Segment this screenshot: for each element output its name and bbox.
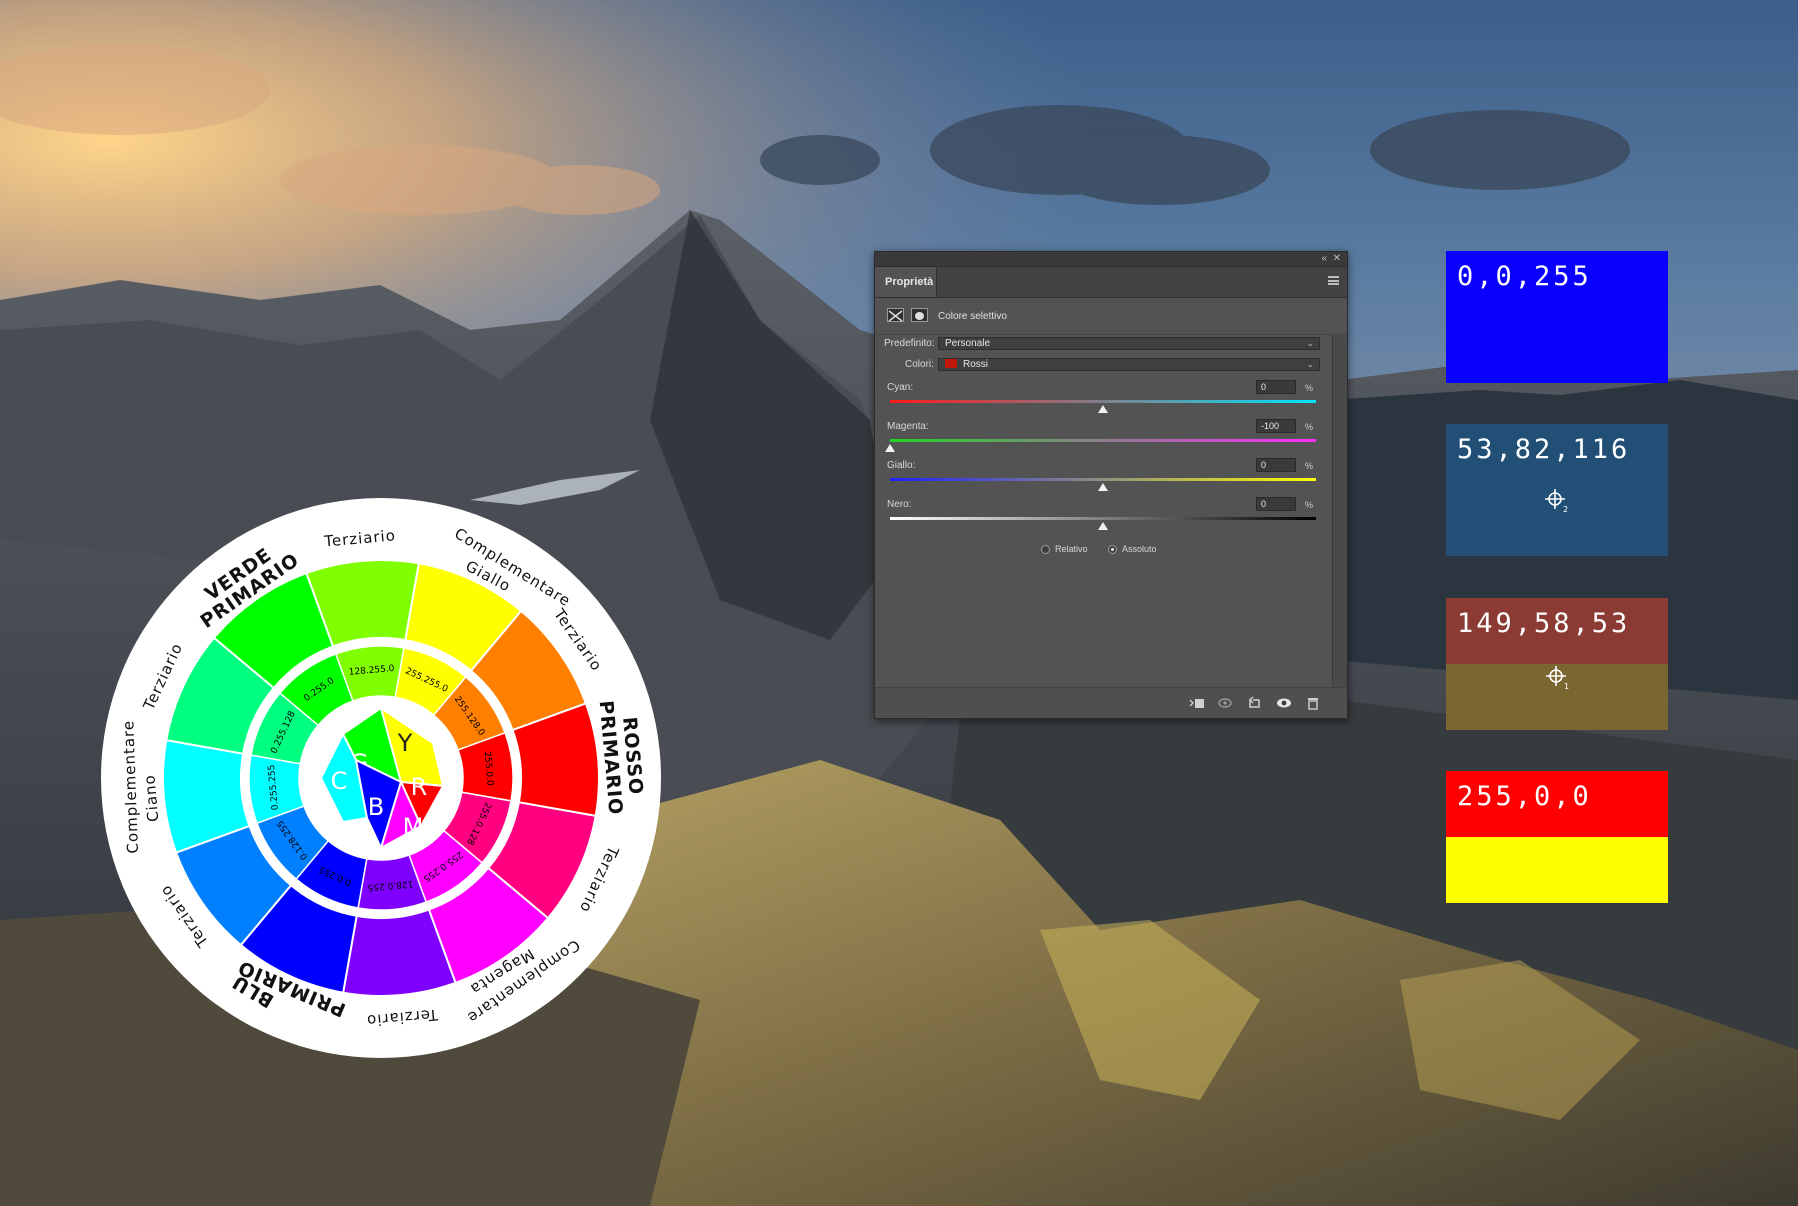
visibility-eye-icon[interactable] (1275, 695, 1293, 711)
black-unit: % (1305, 500, 1314, 510)
center-letter: B (368, 793, 384, 821)
card-rgb-label: 53,82,116 (1457, 434, 1631, 465)
chevron-down-icon: ⌄ (1306, 338, 1314, 348)
view-previous-icon[interactable] (1217, 695, 1235, 711)
cyan-label: Cyan: (887, 382, 914, 393)
cyan-slider-thumb[interactable] (1098, 405, 1108, 413)
cyan-unit: % (1305, 383, 1314, 393)
reset-icon[interactable] (1246, 695, 1264, 711)
layer-mask-icon[interactable] (911, 308, 928, 322)
yellow-slider-track[interactable] (890, 478, 1316, 481)
color-card-blue: 0,0,255 (1446, 251, 1668, 383)
colors-dropdown[interactable]: Rossi ⌄ (938, 358, 1320, 371)
relative-radio[interactable] (1041, 545, 1050, 554)
properties-panel: « ✕ Proprietà Colore selettivo Predefini… (874, 251, 1348, 719)
yellow-unit: % (1305, 461, 1314, 471)
chevron-down-icon: ⌄ (1306, 359, 1314, 369)
yellow-label: Giallo: (887, 460, 916, 471)
close-icon[interactable]: ✕ (1333, 252, 1341, 265)
tab-properties[interactable]: Proprietà (875, 267, 937, 297)
red-swatch (945, 359, 957, 368)
color-card-red-yellow: 255,0,0 (1446, 771, 1668, 903)
trash-icon[interactable] (1304, 695, 1322, 711)
magenta-slider-track[interactable] (890, 439, 1316, 442)
relative-label: Relativo (1055, 544, 1088, 554)
clip-to-layer-icon[interactable] (1188, 695, 1206, 711)
magenta-unit: % (1305, 422, 1314, 432)
collapse-icon[interactable]: « (1321, 252, 1327, 265)
adjustment-layer-icon[interactable] (887, 308, 904, 322)
card-rgb-label: 255,0,0 (1457, 781, 1592, 812)
svg-text:1: 1 (1564, 682, 1569, 691)
panel-menu-icon[interactable] (1328, 276, 1339, 285)
preset-value: Personale (945, 338, 991, 349)
cyan-value-input[interactable]: 0 (1256, 380, 1296, 394)
magenta-value-input[interactable]: -100 (1256, 419, 1296, 433)
absolute-label: Assoluto (1122, 544, 1157, 554)
black-slider-track[interactable] (890, 517, 1316, 520)
adjustment-header: Colore selettivo (875, 298, 1347, 335)
adjustment-title: Colore selettivo (938, 311, 1007, 322)
preset-dropdown[interactable]: Personale ⌄ (938, 337, 1320, 350)
panel-tab-row: Proprietà (875, 267, 1347, 298)
card-bottom-fill (1446, 837, 1668, 903)
panel-footer (875, 687, 1347, 718)
colors-value: Rossi (963, 359, 989, 370)
card-rgb-label: 149,58,53 (1457, 608, 1631, 639)
color-wheel: 0.255.0128.255.0 255.255.0255.128.0255.0.… (101, 498, 661, 1058)
color-sampler-icon[interactable]: 2 (1544, 488, 1570, 514)
color-card-sample-1: 149,58,53 1 (1446, 598, 1668, 730)
card-rgb-label: 0,0,255 (1457, 261, 1592, 292)
center-letter: R (411, 773, 428, 801)
preset-label: Predefinito: (884, 338, 935, 349)
panel-titlebar: « ✕ (875, 252, 1347, 267)
absolute-radio[interactable] (1108, 545, 1117, 554)
center-letter: C (331, 767, 348, 795)
panel-scrollbar[interactable] (1332, 334, 1347, 688)
magenta-label: Magenta: (887, 421, 929, 432)
colors-label: Colori: (905, 359, 934, 370)
black-label: Nero: (887, 499, 912, 510)
yellow-slider-thumb[interactable] (1098, 483, 1108, 491)
svg-text:2: 2 (1563, 505, 1568, 514)
center-letter: Y (397, 729, 413, 757)
black-value-input[interactable]: 0 (1256, 497, 1296, 511)
yellow-value-input[interactable]: 0 (1256, 458, 1296, 472)
cyan-slider-track[interactable] (890, 400, 1316, 403)
color-sampler-icon[interactable]: 1 (1545, 665, 1571, 691)
black-slider-thumb[interactable] (1098, 522, 1108, 530)
magenta-slider-thumb[interactable] (885, 444, 895, 452)
color-card-sample-2: 53,82,116 2 (1446, 424, 1668, 556)
center-letter: M (403, 813, 424, 841)
